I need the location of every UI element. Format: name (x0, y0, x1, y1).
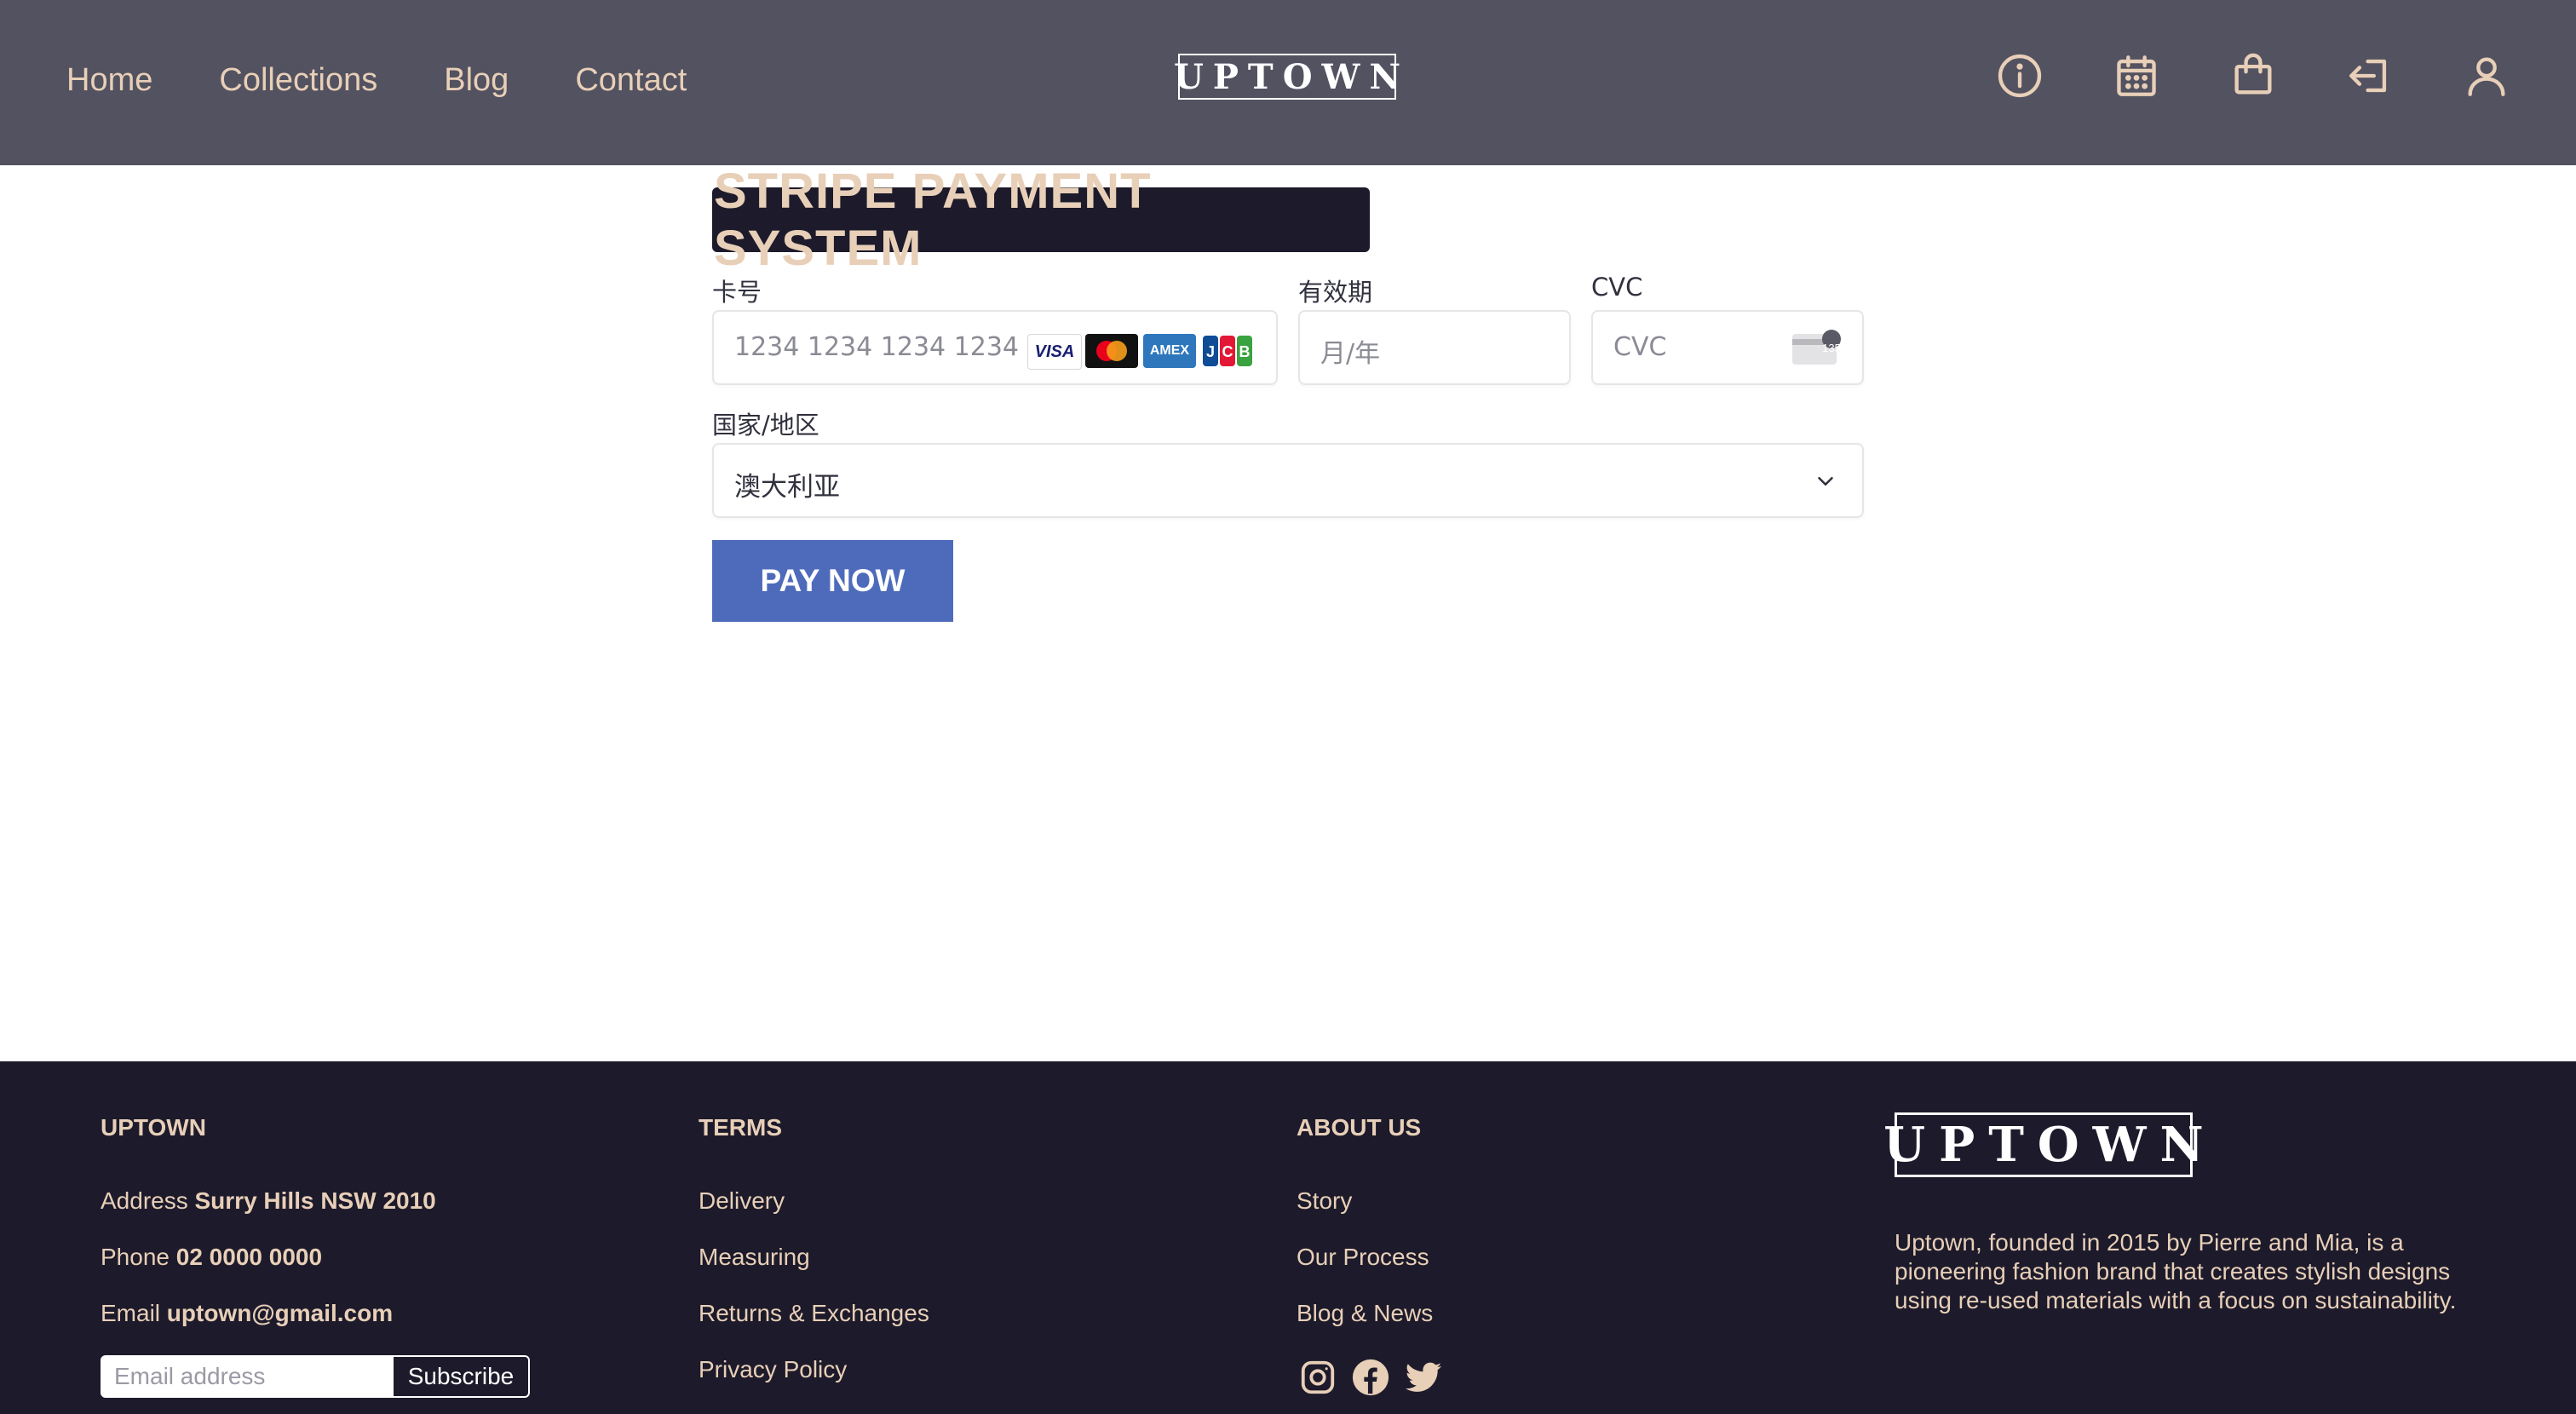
nav-home[interactable]: Home (66, 62, 152, 99)
footer-logo[interactable]: UPTOWN (1883, 1112, 2204, 1177)
svg-text:C: C (1222, 343, 1233, 360)
footer-link-measuring[interactable]: Measuring (699, 1244, 810, 1271)
visa-icon: VISA (1027, 334, 1082, 370)
footer-about-text: Uptown, founded in 2015 by Pierre and Mi… (1895, 1229, 2457, 1313)
address-value: Surry Hills NSW 2010 (194, 1187, 436, 1214)
footer-link-returns[interactable]: Returns & Exchanges (699, 1300, 929, 1327)
instagram-icon[interactable] (1298, 1358, 1339, 1399)
page-title: STRIPE PAYMENT SYSTEM (712, 164, 1370, 276)
header-logo[interactable]: UPTOWN (1174, 54, 1400, 100)
calendar-icon[interactable] (2112, 49, 2161, 102)
phone-label: Phone (101, 1244, 170, 1270)
expiry-label: 有效期 (1298, 278, 1373, 307)
footer-link-process[interactable]: Our Process (1297, 1244, 1429, 1271)
newsletter-email-input[interactable] (102, 1357, 392, 1396)
card-number-placeholder: 1234 1234 1234 1234 (734, 332, 1019, 362)
expiry-placeholder: 月/年 (1320, 339, 1381, 369)
cvc-badge: 135 (1822, 342, 1841, 354)
cvc-label: CVC (1591, 273, 1643, 302)
cvc-card-icon: 135 (1791, 329, 1845, 366)
shopping-bag-icon[interactable] (2228, 49, 2278, 102)
cvc-placeholder: CVC (1613, 332, 1667, 362)
twitter-icon[interactable] (1404, 1358, 1445, 1399)
site-header: Home Collections Blog Contact UPTOWN (0, 0, 2576, 165)
card-number-label: 卡号 (712, 278, 762, 307)
cvc-field[interactable]: CVC 135 (1591, 310, 1864, 385)
country-label: 国家/地区 (712, 411, 819, 440)
pay-now-button[interactable]: PAY NOW (712, 540, 953, 622)
subscribe-button[interactable]: Subscribe (392, 1357, 528, 1396)
amex-icon: AMEX (1143, 334, 1196, 368)
jcb-icon: J C B (1201, 334, 1254, 368)
footer-phone: Phone 02 0000 0000 (101, 1244, 322, 1271)
chevron-down-icon (1813, 468, 1838, 494)
expiry-field[interactable]: 月/年 (1298, 310, 1571, 385)
country-select[interactable]: 澳大利亚 (712, 443, 1864, 518)
phone-value: 02 0000 0000 (175, 1244, 323, 1270)
email-label: Email (101, 1300, 161, 1326)
nav-contact[interactable]: Contact (575, 62, 687, 99)
info-icon[interactable] (1995, 49, 2044, 102)
footer-heading-about: ABOUT US (1297, 1114, 1422, 1141)
card-number-field[interactable]: 1234 1234 1234 1234 VISA AMEX J C B (712, 310, 1278, 385)
email-value[interactable]: uptown@gmail.com (167, 1300, 393, 1326)
footer-address: Address Surry Hills NSW 2010 (101, 1187, 436, 1215)
footer-link-privacy[interactable]: Privacy Policy (699, 1356, 847, 1383)
footer-link-story[interactable]: Story (1297, 1187, 1352, 1215)
facebook-icon[interactable] (1351, 1358, 1392, 1399)
nav-blog[interactable]: Blog (444, 62, 509, 99)
user-icon[interactable] (2462, 49, 2511, 102)
nav-collections[interactable]: Collections (219, 62, 377, 99)
footer-link-delivery[interactable]: Delivery (699, 1187, 785, 1215)
footer-link-blog-news[interactable]: Blog & News (1297, 1300, 1433, 1327)
svg-text:J: J (1206, 343, 1215, 360)
main-nav: Home Collections Blog Contact (66, 0, 753, 160)
mastercard-icon (1085, 334, 1138, 368)
footer-heading-uptown: UPTOWN (101, 1114, 206, 1141)
svg-text:B: B (1239, 343, 1251, 360)
address-label: Address (101, 1187, 188, 1214)
country-value: 澳大利亚 (734, 472, 840, 503)
footer-heading-terms: TERMS (699, 1114, 782, 1141)
login-icon[interactable] (2345, 49, 2395, 102)
newsletter-form: Subscribe (101, 1355, 530, 1398)
footer-email: Email uptown@gmail.com (101, 1300, 393, 1327)
